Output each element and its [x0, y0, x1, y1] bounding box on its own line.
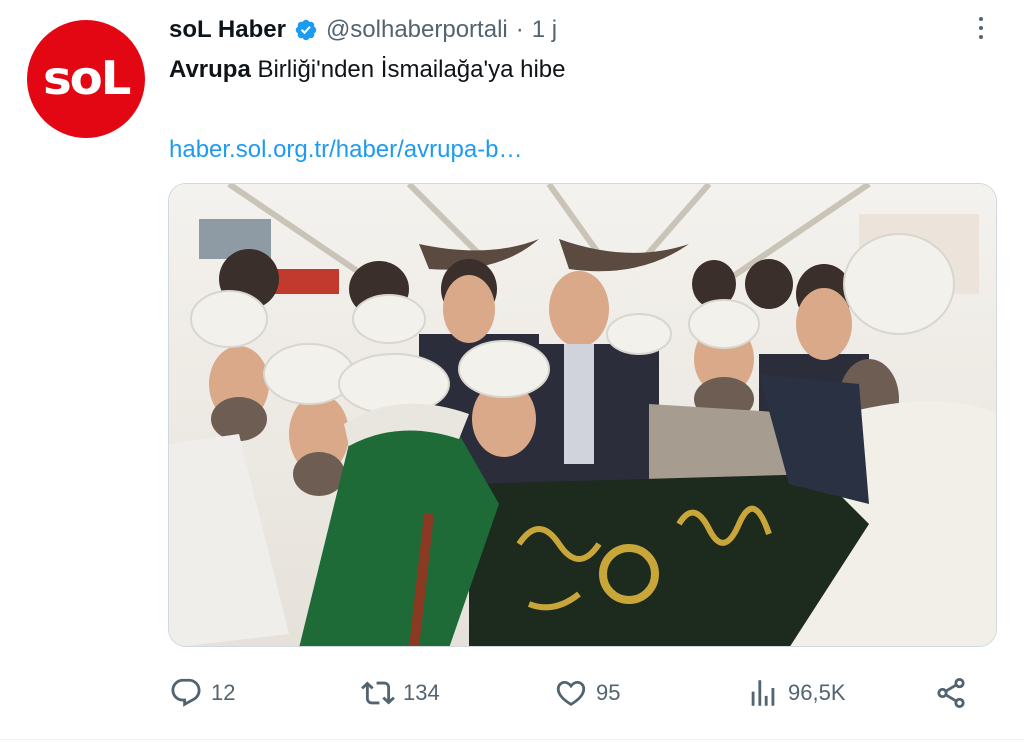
avatar[interactable]: soL	[27, 20, 145, 138]
reply-button[interactable]: 12	[169, 670, 235, 716]
reply-count: 12	[211, 680, 236, 705]
tweet-text-rest: Birliği'nden İsmailağa'ya hibe	[250, 56, 566, 83]
like-button[interactable]: 95	[554, 670, 620, 716]
tweet-header: soL Haber @solhaberportali · 1 j	[169, 12, 557, 48]
views-count: 96,5K	[788, 680, 846, 705]
retweet-count: 134	[403, 680, 440, 705]
share-icon	[937, 677, 965, 709]
views-button[interactable]: 96,5K	[746, 670, 846, 716]
tweet[interactable]: soL soL Haber @solhaberportali · 1 j Avr…	[0, 0, 1024, 742]
tweet-photo[interactable]	[168, 183, 997, 647]
photo-illustration	[169, 184, 996, 646]
separator-dot: ·	[515, 16, 524, 43]
action-bar: 12 134 95 96,5K	[169, 670, 999, 716]
more-options-icon[interactable]	[966, 10, 996, 46]
tweet-text-highlight: Avrupa	[169, 56, 251, 83]
dot-1	[979, 17, 983, 21]
heart-icon	[556, 680, 586, 706]
views-chart-icon	[751, 680, 775, 706]
user-handle[interactable]: @solhaberportali	[326, 16, 508, 44]
avatar-logo: soL	[42, 51, 132, 105]
dot-3	[979, 35, 983, 39]
dot-2	[979, 26, 983, 30]
divider	[0, 739, 1024, 740]
reply-icon	[171, 678, 201, 707]
tweet-text: Avrupa Birliği'nden İsmailağa'ya hibe	[169, 55, 565, 85]
article-link[interactable]: haber.sol.org.tr/haber/avrupa-b…	[169, 135, 523, 165]
verified-badge-icon	[294, 18, 318, 42]
retweet-button[interactable]: 134	[361, 670, 440, 716]
timestamp[interactable]: 1 j	[532, 16, 557, 44]
display-name[interactable]: soL Haber	[169, 16, 286, 44]
retweet-icon	[361, 681, 395, 705]
share-button[interactable]	[934, 670, 968, 716]
like-count: 95	[596, 680, 621, 705]
